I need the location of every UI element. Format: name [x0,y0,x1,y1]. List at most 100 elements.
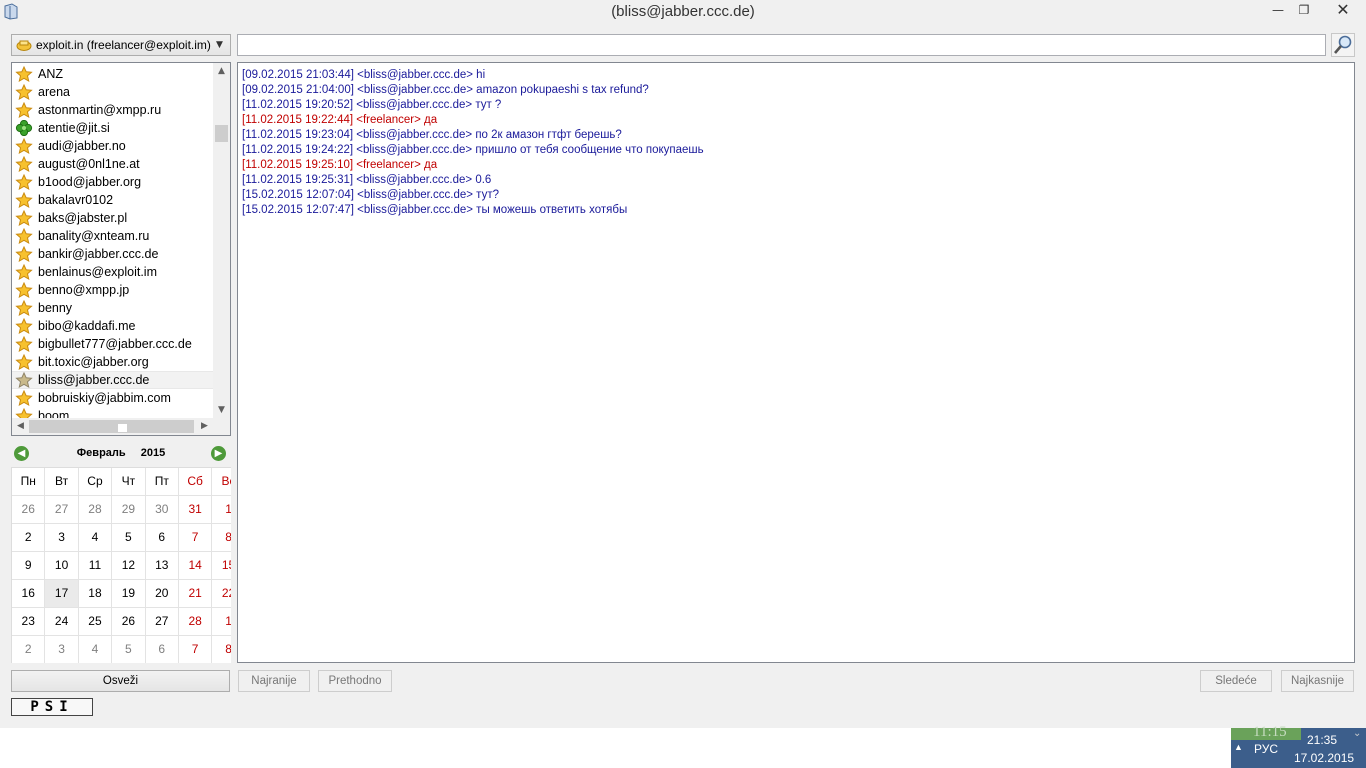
calendar-day[interactable]: 2 [12,524,46,552]
calendar-day[interactable]: 10 [45,552,79,580]
contact-item[interactable]: atentie@jit.si [12,119,213,137]
tray-expand-icon[interactable]: ▲ [1234,742,1243,752]
calendar-day[interactable]: 5 [112,524,146,552]
prev-month-icon[interactable]: ◀ [14,446,29,461]
language-indicator[interactable]: РУС [1254,742,1278,756]
clock-time[interactable]: 21:35 [1307,733,1337,747]
next-button[interactable]: Sledeće [1200,670,1272,692]
calendar-day[interactable]: 4 [78,524,113,552]
chat-history-log[interactable]: [09.02.2015 21:03:44] <bliss@jabber.ccc.… [237,62,1355,663]
calendar-day[interactable]: 26 [12,496,46,524]
calendar-day[interactable]: 14 [178,552,213,580]
calendar-day[interactable]: 8 [212,524,231,552]
chevron-down-icon[interactable]: ⌄ [1353,728,1361,739]
calendar-day[interactable]: 26 [112,608,146,636]
calendar-day[interactable]: 12 [112,552,146,580]
contact-items: ANZ arena astonmartin@xmpp.ru atentie@jit.s… [12,65,213,425]
contact-item[interactable]: baks@jabster.pl [12,209,213,227]
calendar-day[interactable]: 1 [212,608,231,636]
calendar-day[interactable]: 27 [145,608,179,636]
calendar-day[interactable]: 16 [12,580,46,608]
contact-item[interactable]: arena [12,83,213,101]
contact-list-horizontal-scrollbar[interactable]: ◀ ▶ [12,418,230,435]
calendar-day[interactable]: 1 [212,496,231,524]
calendar-day[interactable]: 8 [212,636,231,663]
scroll-up-icon[interactable]: ▲ [213,63,230,80]
scroll-down-icon[interactable]: ▼ [213,402,230,419]
scroll-right-icon[interactable]: ▶ [196,418,213,435]
clock-date[interactable]: 17.02.2015 [1294,751,1354,765]
star-status-icon [15,192,33,208]
contact-item[interactable]: b1ood@jabber.org [12,173,213,191]
contact-item[interactable]: banality@xnteam.ru [12,227,213,245]
minimize-button[interactable]: — [1264,0,1292,22]
calendar-day[interactable]: 28 [78,496,113,524]
calendar-day[interactable]: 19 [112,580,146,608]
calendar-day[interactable]: 31 [178,496,213,524]
contact-item[interactable]: benlainus@exploit.im [12,263,213,281]
contact-item[interactable]: bankir@jabber.ccc.de [12,245,213,263]
calendar-day[interactable]: 4 [78,636,113,663]
contact-item[interactable]: august@0nl1ne.at [12,155,213,173]
chat-message: [11.02.2015 19:23:04] <bliss@jabber.ccc.… [242,129,622,141]
search-input[interactable] [237,34,1326,56]
calendar-day[interactable]: 27 [45,496,79,524]
calendar-day[interactable]: 30 [145,496,179,524]
contact-item[interactable]: audi@jabber.no [12,137,213,155]
close-button[interactable]: ✕ [1322,0,1364,22]
contact-item[interactable]: astonmartin@xmpp.ru [12,101,213,119]
star-status-icon [15,300,33,316]
search-button[interactable] [1331,33,1355,57]
contact-item[interactable]: ANZ [12,65,213,83]
calendar-day[interactable]: 18 [78,580,113,608]
calendar-day[interactable]: 29 [112,496,146,524]
next-month-icon[interactable]: ▶ [211,446,226,461]
calendar-day[interactable]: 13 [145,552,179,580]
calendar-day[interactable]: 7 [178,524,213,552]
star-status-icon [15,156,33,172]
scroll-left-icon[interactable]: ◀ [12,418,29,435]
calendar-day[interactable]: 17 [45,580,79,608]
contact-list-vertical-scrollbar[interactable]: ▲ ▼ [213,63,230,419]
contact-item[interactable]: bigbullet777@jabber.ccc.de [12,335,213,353]
calendar-day[interactable]: 6 [145,524,179,552]
calendar-day[interactable]: 20 [145,580,179,608]
calendar-year[interactable]: 2015 [141,447,165,459]
star-status-icon [15,84,33,100]
contact-item[interactable]: benny [12,299,213,317]
calendar-day[interactable]: 21 [178,580,213,608]
restore-button[interactable]: ❐ [1290,0,1318,22]
account-select[interactable]: exploit.in (freelancer@exploit.im) ▼ [11,34,231,56]
calendar-grid: ПнВтСрЧтПтСбВс26272829303112345678910111… [11,467,231,663]
star-status-icon [15,138,33,154]
calendar-day[interactable]: 7 [178,636,213,663]
calendar-day[interactable]: 9 [12,552,46,580]
calendar-day[interactable]: 2 [12,636,46,663]
taskbar [0,728,1366,768]
calendar-day[interactable]: 5 [112,636,146,663]
calendar-day[interactable]: 6 [145,636,179,663]
contact-item[interactable]: bobruiskiy@jabbim.com [12,389,213,407]
calendar-day[interactable]: 15 [212,552,231,580]
earliest-button[interactable]: Najranije [238,670,310,692]
refresh-button[interactable]: Osveži [11,670,230,692]
contact-item[interactable]: bliss@jabber.ccc.de [12,371,213,389]
contact-item[interactable]: bakalavr0102 [12,191,213,209]
calendar-day[interactable]: 22 [212,580,231,608]
contact-item[interactable]: bibo@kaddafi.me [12,317,213,335]
calendar-day[interactable]: 28 [178,608,213,636]
calendar-day[interactable]: 3 [45,636,79,663]
scrollbar-thumb[interactable] [215,125,228,142]
calendar-month[interactable]: Февраль [77,447,126,459]
latest-button[interactable]: Najkasnije [1281,670,1354,692]
calendar-day[interactable]: 3 [45,524,79,552]
contact-item[interactable]: bit.toxic@jabber.org [12,353,213,371]
contact-list[interactable]: ANZ arena astonmartin@xmpp.ru atentie@jit.s… [11,62,231,436]
calendar-day[interactable]: 23 [12,608,46,636]
contact-item[interactable]: benno@xmpp.jp [12,281,213,299]
calendar-day[interactable]: 24 [45,608,79,636]
previous-button[interactable]: Prethodno [318,670,392,692]
calendar-day[interactable]: 25 [78,608,113,636]
calendar-day[interactable]: 11 [78,552,113,580]
scrollbar-thumb[interactable] [29,420,194,433]
